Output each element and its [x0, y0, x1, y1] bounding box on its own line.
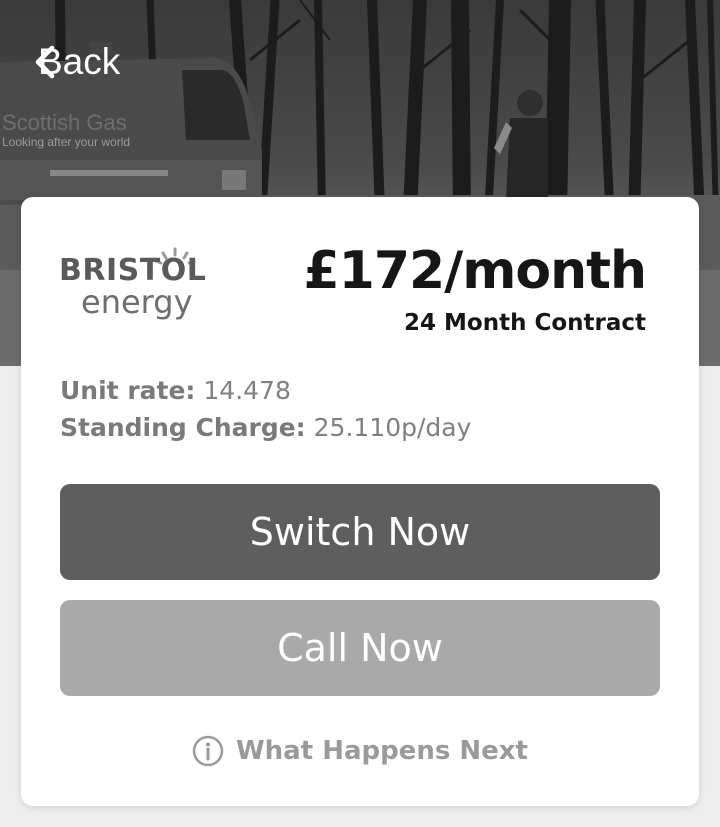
rate-details: Unit rate: 14.478 Standing Charge: 25.11…	[60, 372, 471, 446]
call-now-button[interactable]: Call Now	[60, 600, 660, 696]
switch-now-button[interactable]: Switch Now	[60, 484, 660, 580]
back-button[interactable]: Back	[30, 42, 120, 82]
monthly-price: £172/month	[303, 241, 647, 301]
logo-line1: BRISTOL	[59, 253, 207, 288]
contract-length: 24 Month Contract	[404, 310, 646, 336]
info-icon	[192, 735, 224, 767]
what-happens-next-link[interactable]: What Happens Next	[21, 735, 699, 767]
unit-rate-row: Unit rate: 14.478	[60, 372, 471, 409]
what-happens-next-label: What Happens Next	[235, 736, 528, 766]
van-tagline-text: Looking after your world	[2, 135, 130, 149]
unit-rate-label: Unit rate:	[60, 376, 196, 405]
unit-rate-value: 14.478	[203, 376, 291, 405]
logo-line2: energy	[81, 283, 193, 321]
tariff-card: BRISTOL energy £172/month 24 Month Contr…	[21, 197, 699, 806]
chevron-left-icon	[35, 45, 55, 79]
supplier-logo: BRISTOL energy	[59, 247, 211, 329]
van-brand-text: Scottish Gas	[2, 110, 127, 135]
standing-charge-value: 25.110p/day	[313, 413, 472, 442]
standing-charge-label: Standing Charge:	[60, 413, 306, 442]
standing-charge-row: Standing Charge: 25.110p/day	[60, 409, 471, 446]
